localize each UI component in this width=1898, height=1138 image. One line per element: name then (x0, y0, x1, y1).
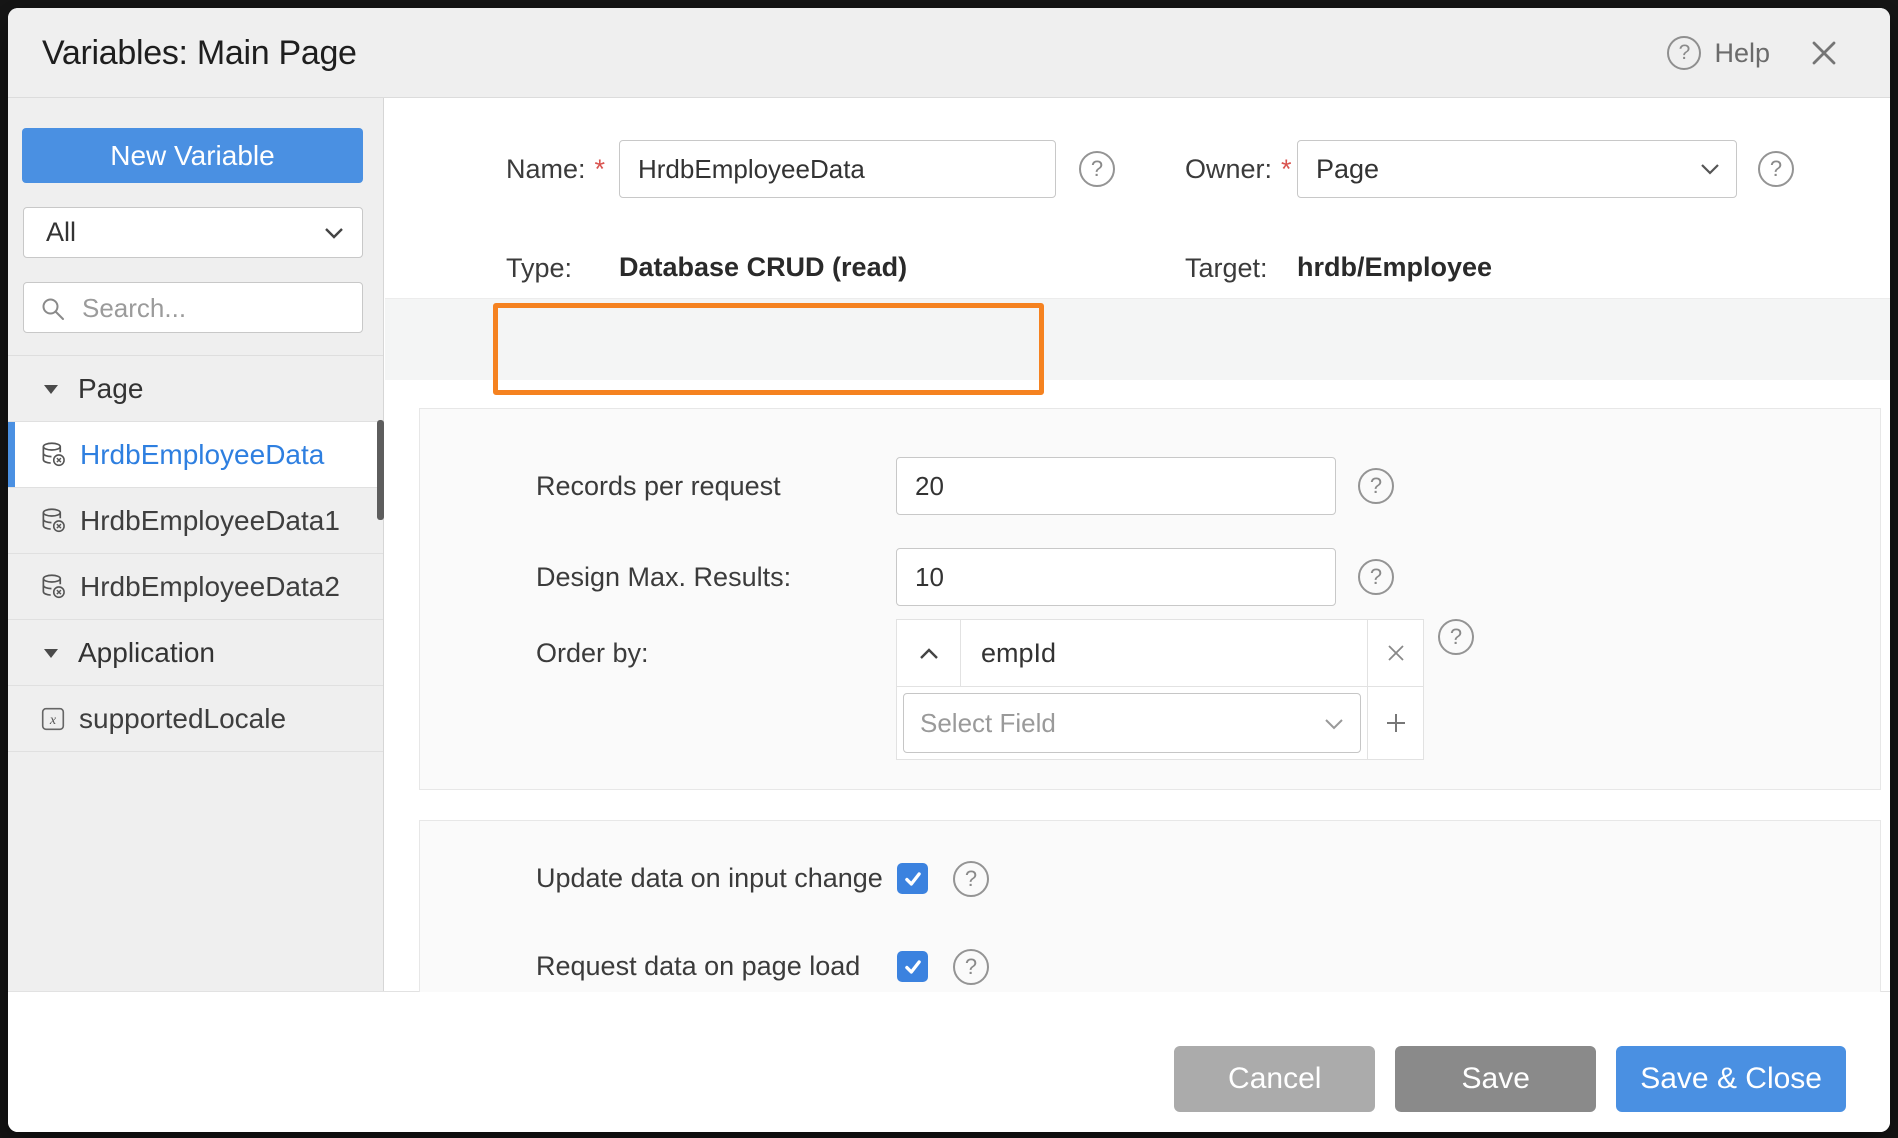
variable-filter-value: All (46, 217, 76, 248)
order-by-widget: empId Select Field (896, 619, 1424, 760)
update-data-help-icon[interactable] (953, 861, 989, 897)
variable-tree: Page HrdbEmployeeData (8, 355, 383, 752)
dialog-footer: Cancel Save Save & Close (8, 992, 1890, 1132)
tab-bar: Properties Filter Criteria Events (385, 298, 1890, 380)
sidebar-scrollbar-thumb[interactable] (377, 420, 384, 520)
update-data-checkbox[interactable] (897, 863, 928, 894)
select-field-dropdown[interactable]: Select Field (903, 693, 1361, 753)
sidebar-item-hrdbemployeedata[interactable]: HrdbEmployeeData (8, 422, 383, 488)
request-data-help-icon[interactable] (953, 949, 989, 985)
remove-x-icon (1385, 642, 1407, 664)
order-by-field-value: empId (961, 620, 1367, 686)
design-max-results-input[interactable] (896, 548, 1336, 606)
new-variable-button[interactable]: New Variable (22, 128, 363, 183)
select-field-placeholder: Select Field (920, 708, 1056, 739)
owner-select[interactable]: Page (1297, 140, 1737, 198)
group-label: Page (78, 373, 143, 405)
name-help-icon[interactable] (1079, 151, 1115, 187)
chevron-down-icon (1700, 162, 1720, 176)
main-panel: Name: Owner: Page Type: Database CRUD (r… (385, 98, 1890, 991)
target-value: hrdb/Employee (1297, 252, 1492, 283)
sidebar-item-supportedlocale[interactable]: x supportedLocale (8, 686, 383, 752)
name-input[interactable] (619, 140, 1056, 198)
variable-filter-select[interactable]: All (23, 207, 363, 258)
request-data-label: Request data on page load (536, 951, 860, 982)
design-max-results-label: Design Max. Results: (536, 562, 791, 593)
close-icon (1808, 37, 1840, 69)
variable-item-label: HrdbEmployeeData (80, 439, 324, 471)
search-input[interactable] (80, 283, 354, 334)
collapse-triangle-icon (42, 646, 60, 660)
add-sort-row: Select Field (897, 687, 1423, 759)
plus-icon (1384, 711, 1408, 735)
order-by-help-icon[interactable] (1438, 619, 1474, 655)
variables-dialog: Variables: Main Page Help New Variable A… (8, 8, 1890, 1132)
close-button[interactable] (1808, 37, 1840, 69)
model-variable-icon: x (40, 706, 66, 732)
sidebar-item-hrdbemployeedata2[interactable]: HrdbEmployeeData2 (8, 554, 383, 620)
remove-sort-button[interactable] (1367, 620, 1423, 686)
properties-panel: Records per request Design Max. Results:… (419, 408, 1881, 790)
type-label: Type: (506, 253, 572, 284)
name-label: Name: (506, 154, 605, 185)
add-sort-button[interactable] (1367, 687, 1423, 759)
svg-text:x: x (49, 711, 57, 727)
design-max-results-help-icon[interactable] (1358, 559, 1394, 595)
save-button[interactable]: Save (1395, 1046, 1596, 1112)
help-icon (1667, 36, 1701, 70)
update-data-label: Update data on input change (536, 863, 883, 894)
db-crud-variable-icon (40, 441, 67, 468)
owner-select-value: Page (1316, 154, 1379, 185)
collapse-triangle-icon (42, 382, 60, 396)
records-per-request-help-icon[interactable] (1358, 468, 1394, 504)
sort-direction-button[interactable] (897, 620, 961, 686)
owner-help-icon[interactable] (1758, 151, 1794, 187)
options-panel: Update data on input change Request data… (419, 820, 1881, 992)
order-by-label: Order by: (536, 638, 649, 669)
check-icon (903, 869, 923, 889)
db-crud-variable-icon (40, 573, 67, 600)
variable-item-label: HrdbEmployeeData1 (80, 505, 340, 537)
sidebar: New Variable All Page (8, 98, 384, 991)
save-close-button[interactable]: Save & Close (1616, 1046, 1846, 1112)
dialog-header: Variables: Main Page Help (8, 8, 1890, 98)
type-value: Database CRUD (read) (619, 252, 907, 283)
request-data-checkbox[interactable] (897, 951, 928, 982)
variable-item-label: supportedLocale (79, 703, 286, 735)
cancel-button[interactable]: Cancel (1174, 1046, 1375, 1112)
dialog-body: New Variable All Page (8, 98, 1890, 992)
sidebar-item-hrdbemployeedata1[interactable]: HrdbEmployeeData1 (8, 488, 383, 554)
help-button[interactable]: Help (1667, 8, 1770, 98)
help-label: Help (1714, 38, 1770, 69)
sidebar-group-application[interactable]: Application (8, 620, 383, 686)
search-box (23, 282, 363, 333)
records-per-request-label: Records per request (536, 471, 781, 502)
page-title: Variables: Main Page (42, 8, 357, 98)
chevron-down-icon (1324, 718, 1344, 731)
target-label: Target: (1185, 253, 1268, 284)
owner-label: Owner: (1185, 154, 1292, 185)
group-label: Application (78, 637, 215, 669)
sidebar-group-page[interactable]: Page (8, 356, 383, 422)
sort-rule-row: empId (897, 620, 1423, 687)
search-icon (40, 296, 66, 322)
chevron-down-icon (324, 226, 344, 240)
caret-up-icon (918, 647, 940, 660)
records-per-request-input[interactable] (896, 457, 1336, 515)
variable-item-label: HrdbEmployeeData2 (80, 571, 340, 603)
check-icon (903, 957, 923, 977)
db-crud-variable-icon (40, 507, 67, 534)
